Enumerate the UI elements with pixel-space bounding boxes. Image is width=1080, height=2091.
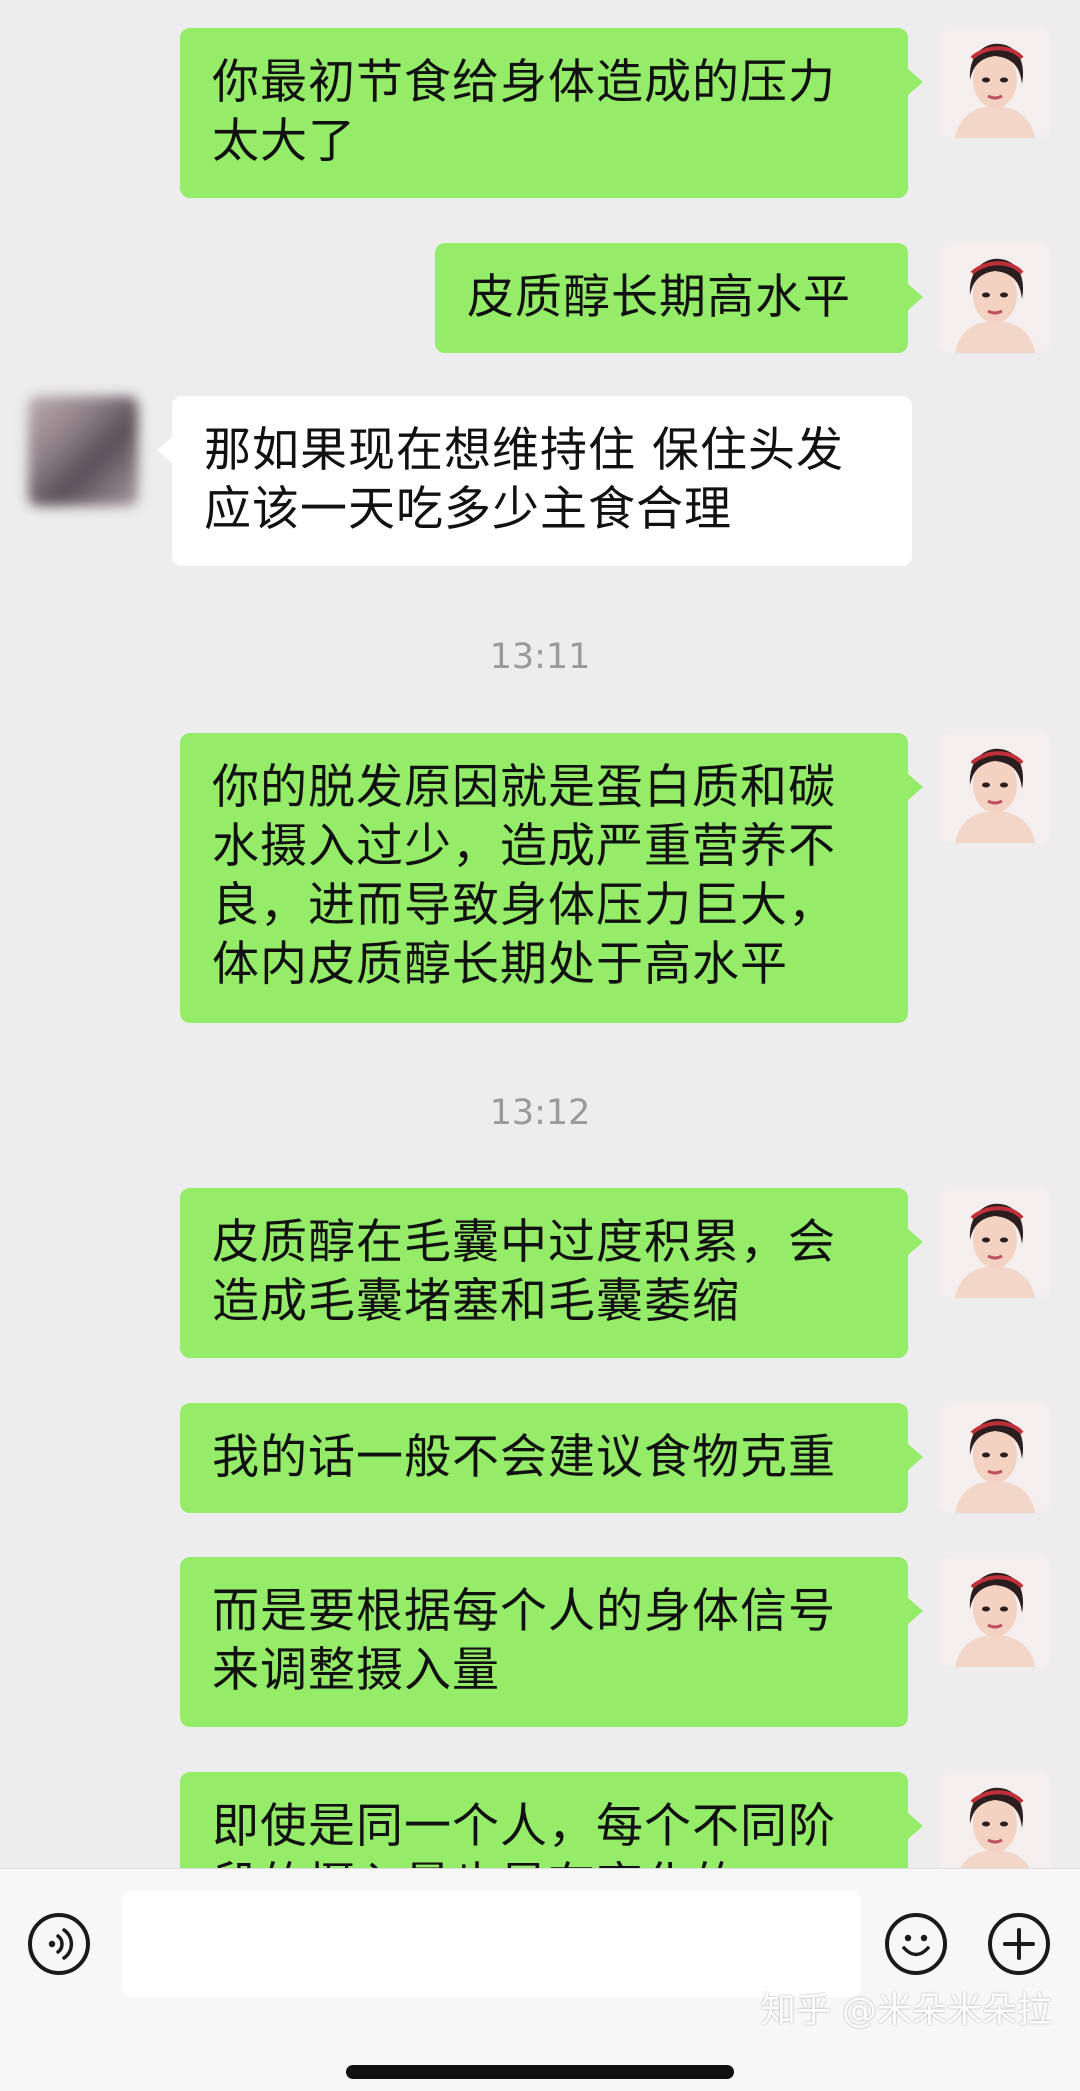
message-input[interactable] <box>122 1891 861 1997</box>
person-photo-icon <box>940 1403 1050 1513</box>
plus-button[interactable] <box>988 1913 1050 1975</box>
chat-area: 你最初节食给身体造成的压力 太大了 皮质醇长期高水平 那如果现在想维持住 保住头… <box>0 0 1080 1868</box>
avatar-self[interactable] <box>940 243 1050 353</box>
message-bubble[interactable]: 我的话一般不会建议食物克重 <box>180 1403 923 1513</box>
timestamp: 13:11 <box>489 637 591 677</box>
input-bar: 知乎 @米朵米朵拉 <box>0 1868 1080 2091</box>
message-bubble[interactable]: 皮质醇长期高水平 <box>435 243 923 353</box>
emoji-icon <box>902 1934 930 1957</box>
person-photo-icon <box>940 1772 1050 1868</box>
avatar-self[interactable] <box>940 1403 1050 1513</box>
voice-icon <box>48 1928 74 1960</box>
person-photo-icon <box>940 733 1050 843</box>
message-bubble[interactable]: 皮质醇在毛囊中过度积累，会 造成毛囊堵塞和毛囊萎缩 <box>180 1188 923 1358</box>
plus-icon <box>1003 1928 1035 1960</box>
emoji-button[interactable] <box>885 1913 947 1975</box>
avatar-self[interactable] <box>940 1557 1050 1667</box>
message-bubble[interactable]: 你最初节食给身体造成的压力 太大了 <box>180 28 923 198</box>
avatar-self[interactable] <box>940 733 1050 843</box>
timestamp: 13:12 <box>489 1093 591 1133</box>
message-bubble[interactable]: 你的脱发原因就是蛋白质和碳 水摄入过少，造成严重营养不 良，进而导致身体压力巨大… <box>180 733 923 1023</box>
avatar-self[interactable] <box>940 1772 1050 1868</box>
avatar-self[interactable] <box>940 1188 1050 1298</box>
avatar-self[interactable] <box>940 28 1050 138</box>
voice-button[interactable] <box>28 1913 90 1975</box>
home-indicator <box>346 2065 734 2079</box>
person-photo-icon <box>940 243 1050 353</box>
person-photo-icon <box>940 1188 1050 1298</box>
person-photo-icon <box>940 1557 1050 1667</box>
avatar-contact[interactable] <box>28 396 138 506</box>
watermark: 知乎 @米朵米朵拉 <box>760 1991 1052 2031</box>
message-bubble[interactable]: 而是要根据每个人的身体信号 来调整摄入量 <box>180 1557 923 1727</box>
message-bubble[interactable]: 那如果现在想维持住 保住头发 应该一天吃多少主食合理 <box>157 396 912 566</box>
message-bubble[interactable]: 即使是同一个人，每个不同阶 段的摄入量也是有变化的 <box>180 1772 923 1868</box>
person-photo-icon <box>940 28 1050 138</box>
